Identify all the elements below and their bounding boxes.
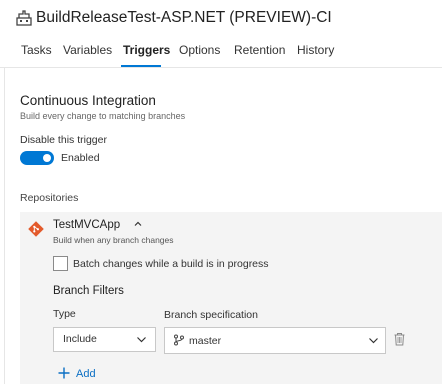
page-title: BuildReleaseTest-ASP.NET (PREVIEW)-CI [36, 9, 332, 26]
content-left-border [4, 68, 5, 384]
toggle-state-label: Enabled [61, 152, 100, 164]
disable-trigger-label: Disable this trigger [20, 134, 107, 146]
toggle-knob [43, 154, 51, 162]
branch-spec-value: master [189, 335, 222, 347]
repository-name: TestMVCApp [53, 219, 121, 231]
trigger-toggle[interactable] [20, 151, 54, 165]
ci-section-subtitle: Build every change to matching branches [20, 111, 186, 121]
filter-type-select[interactable]: Include [53, 327, 156, 352]
type-column-label: Type [53, 308, 76, 320]
build-pipeline-icon [16, 10, 32, 26]
filter-type-value: Include [63, 333, 97, 345]
repository-subtitle: Build when any branch changes [53, 235, 174, 245]
batch-changes-checkbox[interactable] [53, 256, 68, 271]
branch-spec-column-label: Branch specification [164, 309, 258, 321]
batch-changes-label: Batch changes while a build is in progre… [73, 258, 269, 270]
add-filter-button[interactable]: Add [76, 368, 96, 380]
chevron-down-icon[interactable] [368, 335, 379, 346]
tab-variables[interactable]: Variables [63, 43, 112, 57]
chevron-up-icon[interactable] [133, 219, 143, 229]
branch-filters-title: Branch Filters [53, 285, 124, 297]
tab-history[interactable]: History [297, 43, 334, 57]
delete-filter-icon[interactable] [393, 332, 406, 346]
repositories-label: Repositories [20, 192, 79, 204]
branch-icon [174, 334, 184, 346]
tab-tasks[interactable]: Tasks [21, 43, 52, 57]
ci-section-title: Continuous Integration [20, 93, 156, 108]
tab-retention[interactable]: Retention [234, 43, 285, 57]
tab-options[interactable]: Options [179, 43, 220, 57]
tab-triggers[interactable]: Triggers [123, 43, 170, 57]
branch-spec-combobox[interactable]: master [164, 327, 386, 354]
git-icon [28, 221, 44, 237]
chevron-down-icon [137, 337, 146, 343]
header-divider [0, 67, 442, 68]
plus-icon[interactable] [57, 366, 71, 380]
